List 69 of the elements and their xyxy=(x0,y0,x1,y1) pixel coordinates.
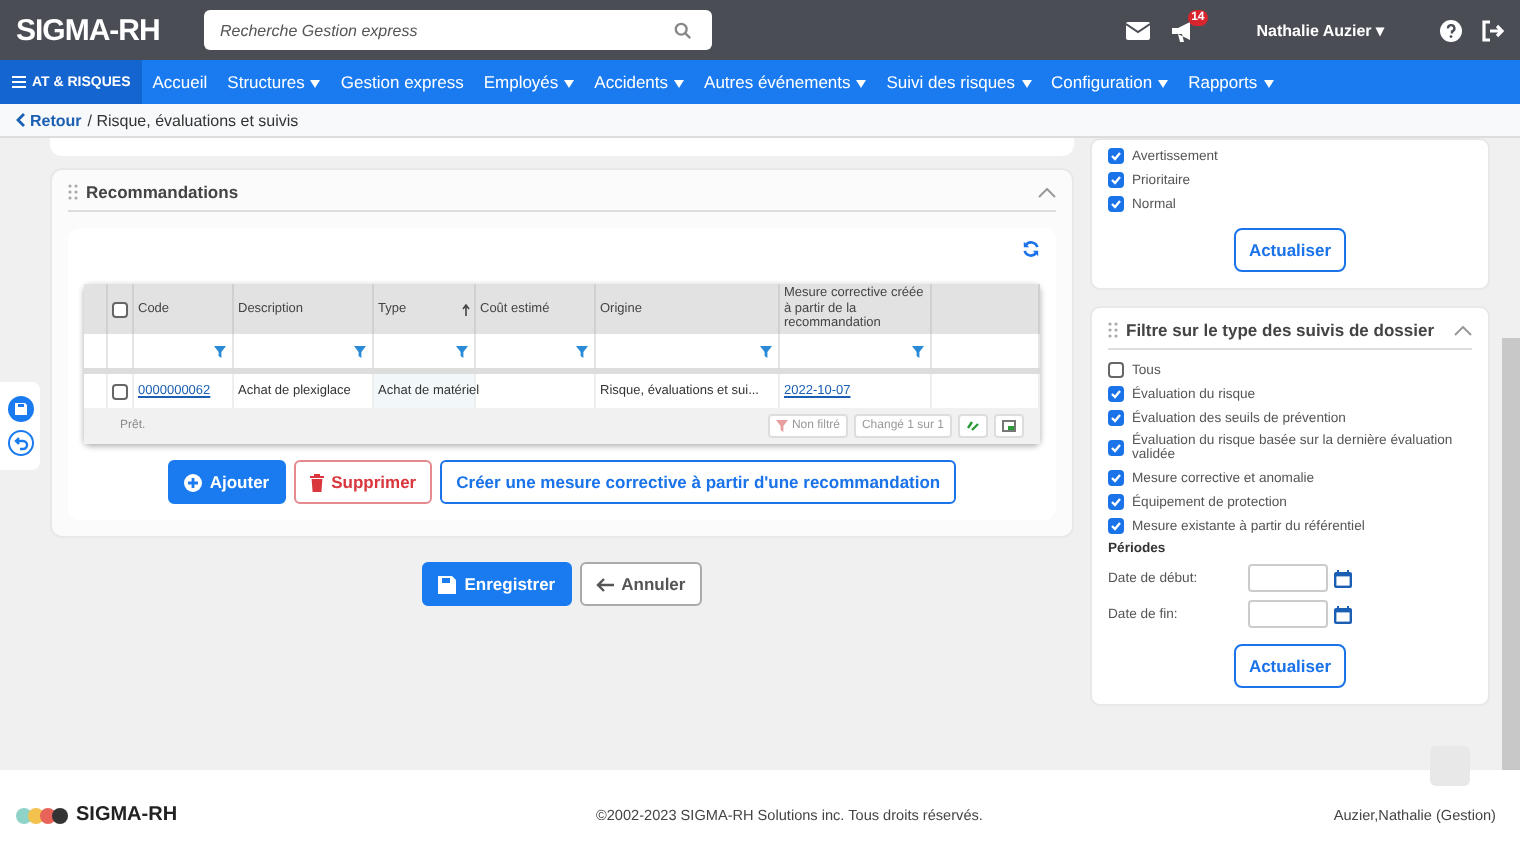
checkbox[interactable] xyxy=(1108,440,1124,456)
nav-item[interactable]: Accidents xyxy=(584,72,695,92)
cancel-button[interactable]: Annuler xyxy=(579,562,702,606)
nav-item[interactable]: Suivi des risques xyxy=(876,72,1042,92)
mail-icon[interactable] xyxy=(1126,21,1151,39)
nav-item[interactable]: Rapports xyxy=(1178,72,1284,92)
logo: SIGMA-RH xyxy=(16,13,162,47)
checkbox[interactable] xyxy=(1108,172,1124,188)
panel-title: Recommandations xyxy=(86,182,241,202)
drag-handle-icon[interactable] xyxy=(68,184,78,200)
checkbox[interactable] xyxy=(1108,362,1124,378)
chevron-left-icon xyxy=(16,112,26,128)
nav-item[interactable]: Gestion express xyxy=(330,72,474,92)
undo-icon[interactable] xyxy=(7,430,33,456)
collapse-icon[interactable] xyxy=(1038,187,1056,197)
swap-icon xyxy=(966,420,980,432)
action-button[interactable]: Enregistrer xyxy=(422,562,572,606)
search-icon xyxy=(674,22,692,40)
action-button[interactable]: Ajouter xyxy=(167,460,286,504)
menu-icon xyxy=(12,76,26,88)
filter-icon[interactable] xyxy=(912,345,924,357)
filter-icon[interactable] xyxy=(214,345,226,357)
user-menu[interactable]: Nathalie Auzier ▾ xyxy=(1256,21,1384,39)
calendar-icon[interactable] xyxy=(1334,605,1352,623)
collapse-icon[interactable] xyxy=(1454,325,1472,335)
filter-icon[interactable] xyxy=(576,345,588,357)
arrow-left-icon xyxy=(595,577,614,591)
nav-item[interactable]: Employés xyxy=(473,72,585,92)
help-icon[interactable] xyxy=(1440,19,1462,41)
breadcrumb-text: / Risque, évaluations et suivis xyxy=(87,111,299,129)
sync-button[interactable] xyxy=(958,414,988,438)
drag-handle-icon[interactable] xyxy=(1108,322,1118,338)
checkbox[interactable] xyxy=(1108,148,1124,164)
panel-title: Filtre sur le type des suivis de dossier xyxy=(1126,320,1437,340)
checkbox[interactable] xyxy=(1108,518,1124,534)
search-field[interactable]: Recherche Gestion express xyxy=(204,10,712,50)
export-button[interactable] xyxy=(994,414,1024,438)
delete-button[interactable]: Supprimer xyxy=(293,460,433,504)
checkbox[interactable] xyxy=(112,383,128,399)
date-field[interactable] xyxy=(1248,600,1328,628)
checkbox[interactable] xyxy=(112,301,128,317)
checkbox[interactable] xyxy=(1108,494,1124,510)
sort-arrow-icon xyxy=(462,303,470,315)
nav-item[interactable]: Autres événements xyxy=(694,72,877,92)
footer-logo: SIGMA-RH xyxy=(16,804,596,826)
action-button[interactable]: Créer une mesure corrective à partir d'une recommandation xyxy=(440,460,957,504)
date-field[interactable] xyxy=(1248,564,1328,592)
back-link[interactable]: Retour xyxy=(16,111,82,129)
nav-item[interactable]: Accueil xyxy=(142,72,218,92)
refresh-icon[interactable] xyxy=(1022,240,1040,258)
filter-off-icon xyxy=(775,420,788,432)
checkbox[interactable] xyxy=(1108,470,1124,486)
checkbox[interactable] xyxy=(1108,386,1124,402)
plus-circle-icon xyxy=(183,473,202,491)
checkbox[interactable] xyxy=(1108,410,1124,426)
refresh-button[interactable]: Actualiser xyxy=(1234,228,1346,272)
logout-icon[interactable] xyxy=(1482,19,1504,41)
nav-item[interactable]: Configuration xyxy=(1041,72,1179,92)
trash-icon xyxy=(309,473,324,491)
nav-item[interactable]: Structures xyxy=(217,72,331,92)
sheet-icon xyxy=(1002,420,1016,432)
save-icon xyxy=(438,575,457,593)
filter-icon[interactable] xyxy=(354,345,366,357)
refresh-button[interactable]: Actualiser xyxy=(1234,644,1346,688)
save-icon[interactable] xyxy=(7,396,33,422)
filter-icon[interactable] xyxy=(456,345,468,357)
calendar-icon[interactable] xyxy=(1334,569,1352,587)
checkbox[interactable] xyxy=(1108,196,1124,212)
filter-icon[interactable] xyxy=(760,345,772,357)
